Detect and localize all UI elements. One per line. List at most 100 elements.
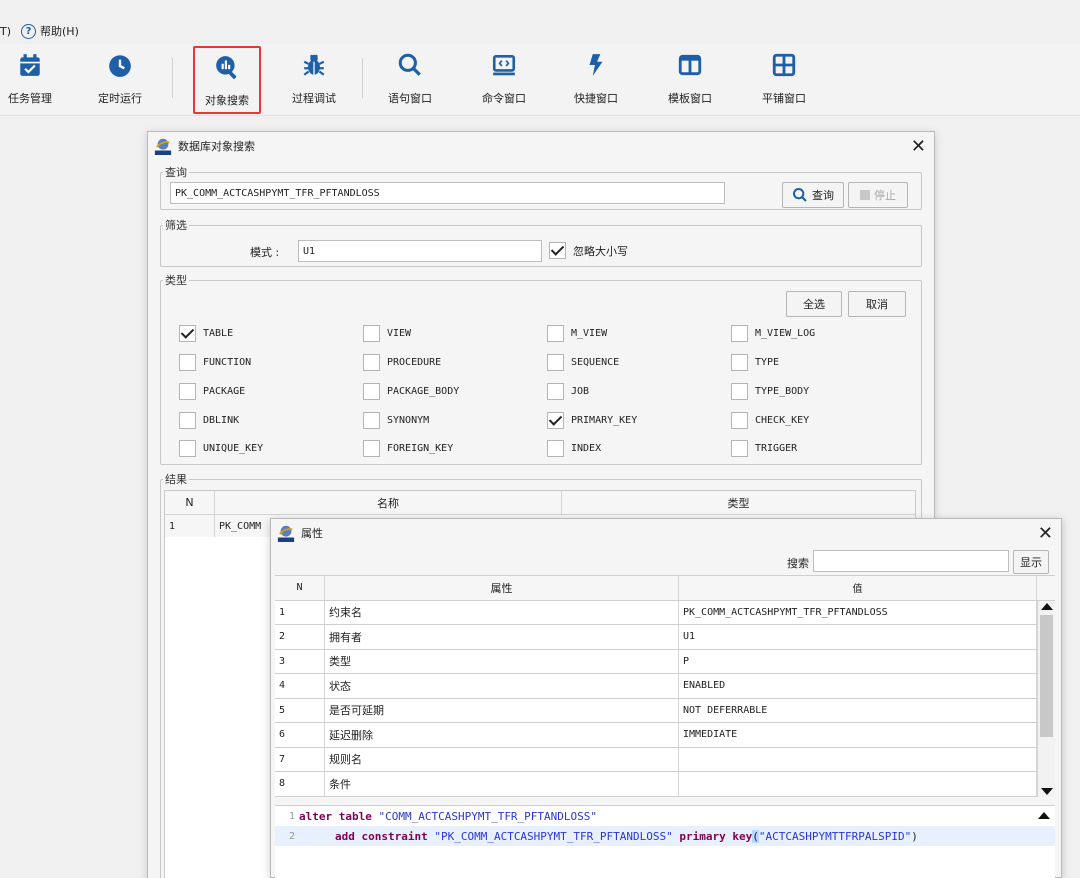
query-group-legend: 查询 (165, 166, 187, 179)
type-checkbox-package-body[interactable]: PACKAGE_BODY (363, 383, 459, 400)
scroll-down-icon[interactable] (1041, 788, 1053, 795)
type-label: FOREIGN_KEY (387, 443, 454, 454)
search-button[interactable]: 查询 (782, 182, 844, 208)
cancel-button[interactable]: 取消 (848, 291, 906, 317)
toolbar-procedure-debug-button[interactable]: 过程调试 (274, 48, 354, 108)
dialog-title: 数据库对象搜索 (178, 140, 255, 153)
toolbar-scheduled-run-button[interactable]: 定时运行 (80, 48, 160, 108)
code-scroll-up-icon[interactable] (1038, 812, 1050, 819)
type-checkbox-m-view[interactable]: M_VIEW (547, 325, 607, 342)
two-column-window-icon (678, 54, 702, 76)
props-col-value[interactable]: 值 (679, 576, 1037, 600)
ignore-case-checkbox[interactable]: 忽略大小写 (549, 242, 628, 259)
props-col-attr[interactable]: 属性 (325, 576, 679, 600)
props-search-label: 搜索 (787, 557, 809, 570)
type-checkbox-synonym[interactable]: SYNONYM (363, 412, 429, 429)
type-checkbox-package[interactable]: PACKAGE (179, 383, 245, 400)
table-row[interactable]: 1 约束名 PK_COMM_ACTCASHPYMT_TFR_PFTANDLOSS (275, 600, 1055, 625)
row-attr: 约束名 (325, 600, 679, 624)
scrollbar-thumb[interactable] (1040, 615, 1053, 737)
row-attr: 拥有者 (325, 625, 679, 649)
menu-tools-label: T) (0, 24, 12, 38)
row-n: 1 (275, 600, 325, 624)
table-row[interactable]: 8 条件 (275, 772, 1055, 797)
stop-button[interactable]: 停止 (848, 182, 908, 208)
close-icon[interactable]: ✕ (911, 136, 926, 157)
checkbox-box (731, 440, 748, 457)
row-value: PK_COMM_ACTCASHPYMT_TFR_PFTANDLOSS (679, 600, 1037, 624)
row-attr: 状态 (325, 674, 679, 698)
type-label: PRIMARY_KEY (571, 415, 638, 426)
checkbox-box (179, 354, 196, 371)
table-row[interactable]: 6 延迟删除 IMMEDIATE (275, 723, 1055, 748)
table-row[interactable]: 4 状态 ENABLED (275, 674, 1055, 699)
type-group-legend: 类型 (165, 274, 187, 287)
row-value: NOT DEFERRABLE (679, 698, 1037, 722)
row-attr: 条件 (325, 772, 679, 796)
table-row[interactable]: 2 拥有者 U1 (275, 625, 1055, 650)
type-checkbox-table[interactable]: TABLE (179, 325, 233, 342)
results-col-type[interactable]: 类型 (562, 491, 915, 514)
type-checkbox-type[interactable]: TYPE (731, 354, 779, 371)
table-row[interactable]: 3 类型 P (275, 649, 1055, 674)
type-checkbox-check-key[interactable]: CHECK_KEY (731, 412, 809, 429)
menu-tools-partial[interactable]: T) (0, 25, 11, 38)
table-row[interactable]: 5 是否可延期 NOT DEFERRABLE (275, 698, 1055, 723)
help-icon: ? (21, 23, 37, 39)
properties-titlebar[interactable]: 属性 ✕ (271, 519, 1061, 547)
type-label: PACKAGE (203, 386, 246, 397)
type-checkbox-index[interactable]: INDEX (547, 440, 601, 457)
type-label: INDEX (571, 443, 602, 454)
results-col-name[interactable]: 名称 (215, 491, 562, 514)
scroll-up-icon[interactable] (1041, 603, 1053, 610)
show-button[interactable]: 显示 (1013, 550, 1049, 574)
terminal-window-icon (492, 55, 516, 76)
toolbar-statement-window-button[interactable]: 语句窗口 (370, 48, 450, 108)
row-value (679, 747, 1037, 771)
checkbox-box (179, 440, 196, 457)
sql-keyword: add constraint (335, 829, 435, 843)
query-input[interactable]: PK_COMM_ACTCASHPYMT_TFR_PFTANDLOSS (170, 182, 725, 204)
toolbar-separator (172, 58, 173, 98)
dialog-titlebar[interactable]: 数据库对象搜索 ✕ (148, 132, 934, 160)
toolbar-task-management-button[interactable]: 任务管理 (0, 48, 70, 108)
type-checkbox-type-body[interactable]: TYPE_BODY (731, 383, 809, 400)
type-checkbox-view[interactable]: VIEW (363, 325, 411, 342)
type-checkbox-sequence[interactable]: SEQUENCE (547, 354, 619, 371)
clock-icon (109, 55, 131, 77)
code-line: 2 add constraint "PK_COMM_ACTCASHPYMT_TF… (275, 826, 1055, 846)
select-all-button[interactable]: 全选 (786, 291, 842, 317)
close-icon[interactable]: ✕ (1038, 523, 1053, 544)
type-checkbox-m-view-log[interactable]: M_VIEW_LOG (731, 325, 815, 342)
type-checkbox-job[interactable]: JOB (547, 383, 589, 400)
mode-input[interactable]: U1 (298, 240, 542, 262)
type-checkbox-unique-key[interactable]: UNIQUE_KEY (179, 440, 263, 457)
type-checkbox-primary-key[interactable]: PRIMARY_KEY (547, 412, 637, 429)
toolbar-tile-window-button[interactable]: 平铺窗口 (744, 48, 824, 108)
checkbox-box (547, 325, 564, 342)
type-checkbox-procedure[interactable]: PROCEDURE (363, 354, 441, 371)
results-col-n[interactable]: N (165, 491, 215, 514)
type-checkbox-foreign-key[interactable]: FOREIGN_KEY (363, 440, 453, 457)
props-col-n[interactable]: N (275, 576, 325, 600)
type-label: M_VIEW (571, 328, 608, 339)
table-row[interactable]: 7 规则名 (275, 747, 1055, 772)
type-label: JOB (571, 386, 590, 397)
row-n: 5 (275, 698, 325, 722)
type-checkbox-function[interactable]: FUNCTION (179, 354, 251, 371)
calendar-check-icon (20, 54, 40, 76)
vertical-scrollbar[interactable] (1037, 601, 1055, 797)
checkbox-box (363, 325, 380, 342)
properties-title: 属性 (301, 527, 323, 540)
type-checkbox-trigger[interactable]: TRIGGER (731, 440, 797, 457)
props-search-input[interactable] (813, 550, 1009, 572)
toolbar-object-search-button[interactable]: 对象搜索 (193, 46, 261, 114)
menu-bar: T) ? 帮助(H) (0, 20, 1080, 42)
type-checkbox-dblink[interactable]: DBLINK (179, 412, 239, 429)
toolbar-command-window-button[interactable]: 命令窗口 (464, 48, 544, 108)
menu-help[interactable]: ? 帮助(H) (21, 23, 79, 39)
toolbar-template-window-button[interactable]: 模板窗口 (650, 48, 730, 108)
toolbar-quick-window-button[interactable]: 快捷窗口 (556, 48, 636, 108)
row-value: ENABLED (679, 674, 1037, 698)
sql-code-editor[interactable]: 1 alter table "COMM_ACTCASHPYMT_TFR_PFTA… (275, 805, 1055, 878)
